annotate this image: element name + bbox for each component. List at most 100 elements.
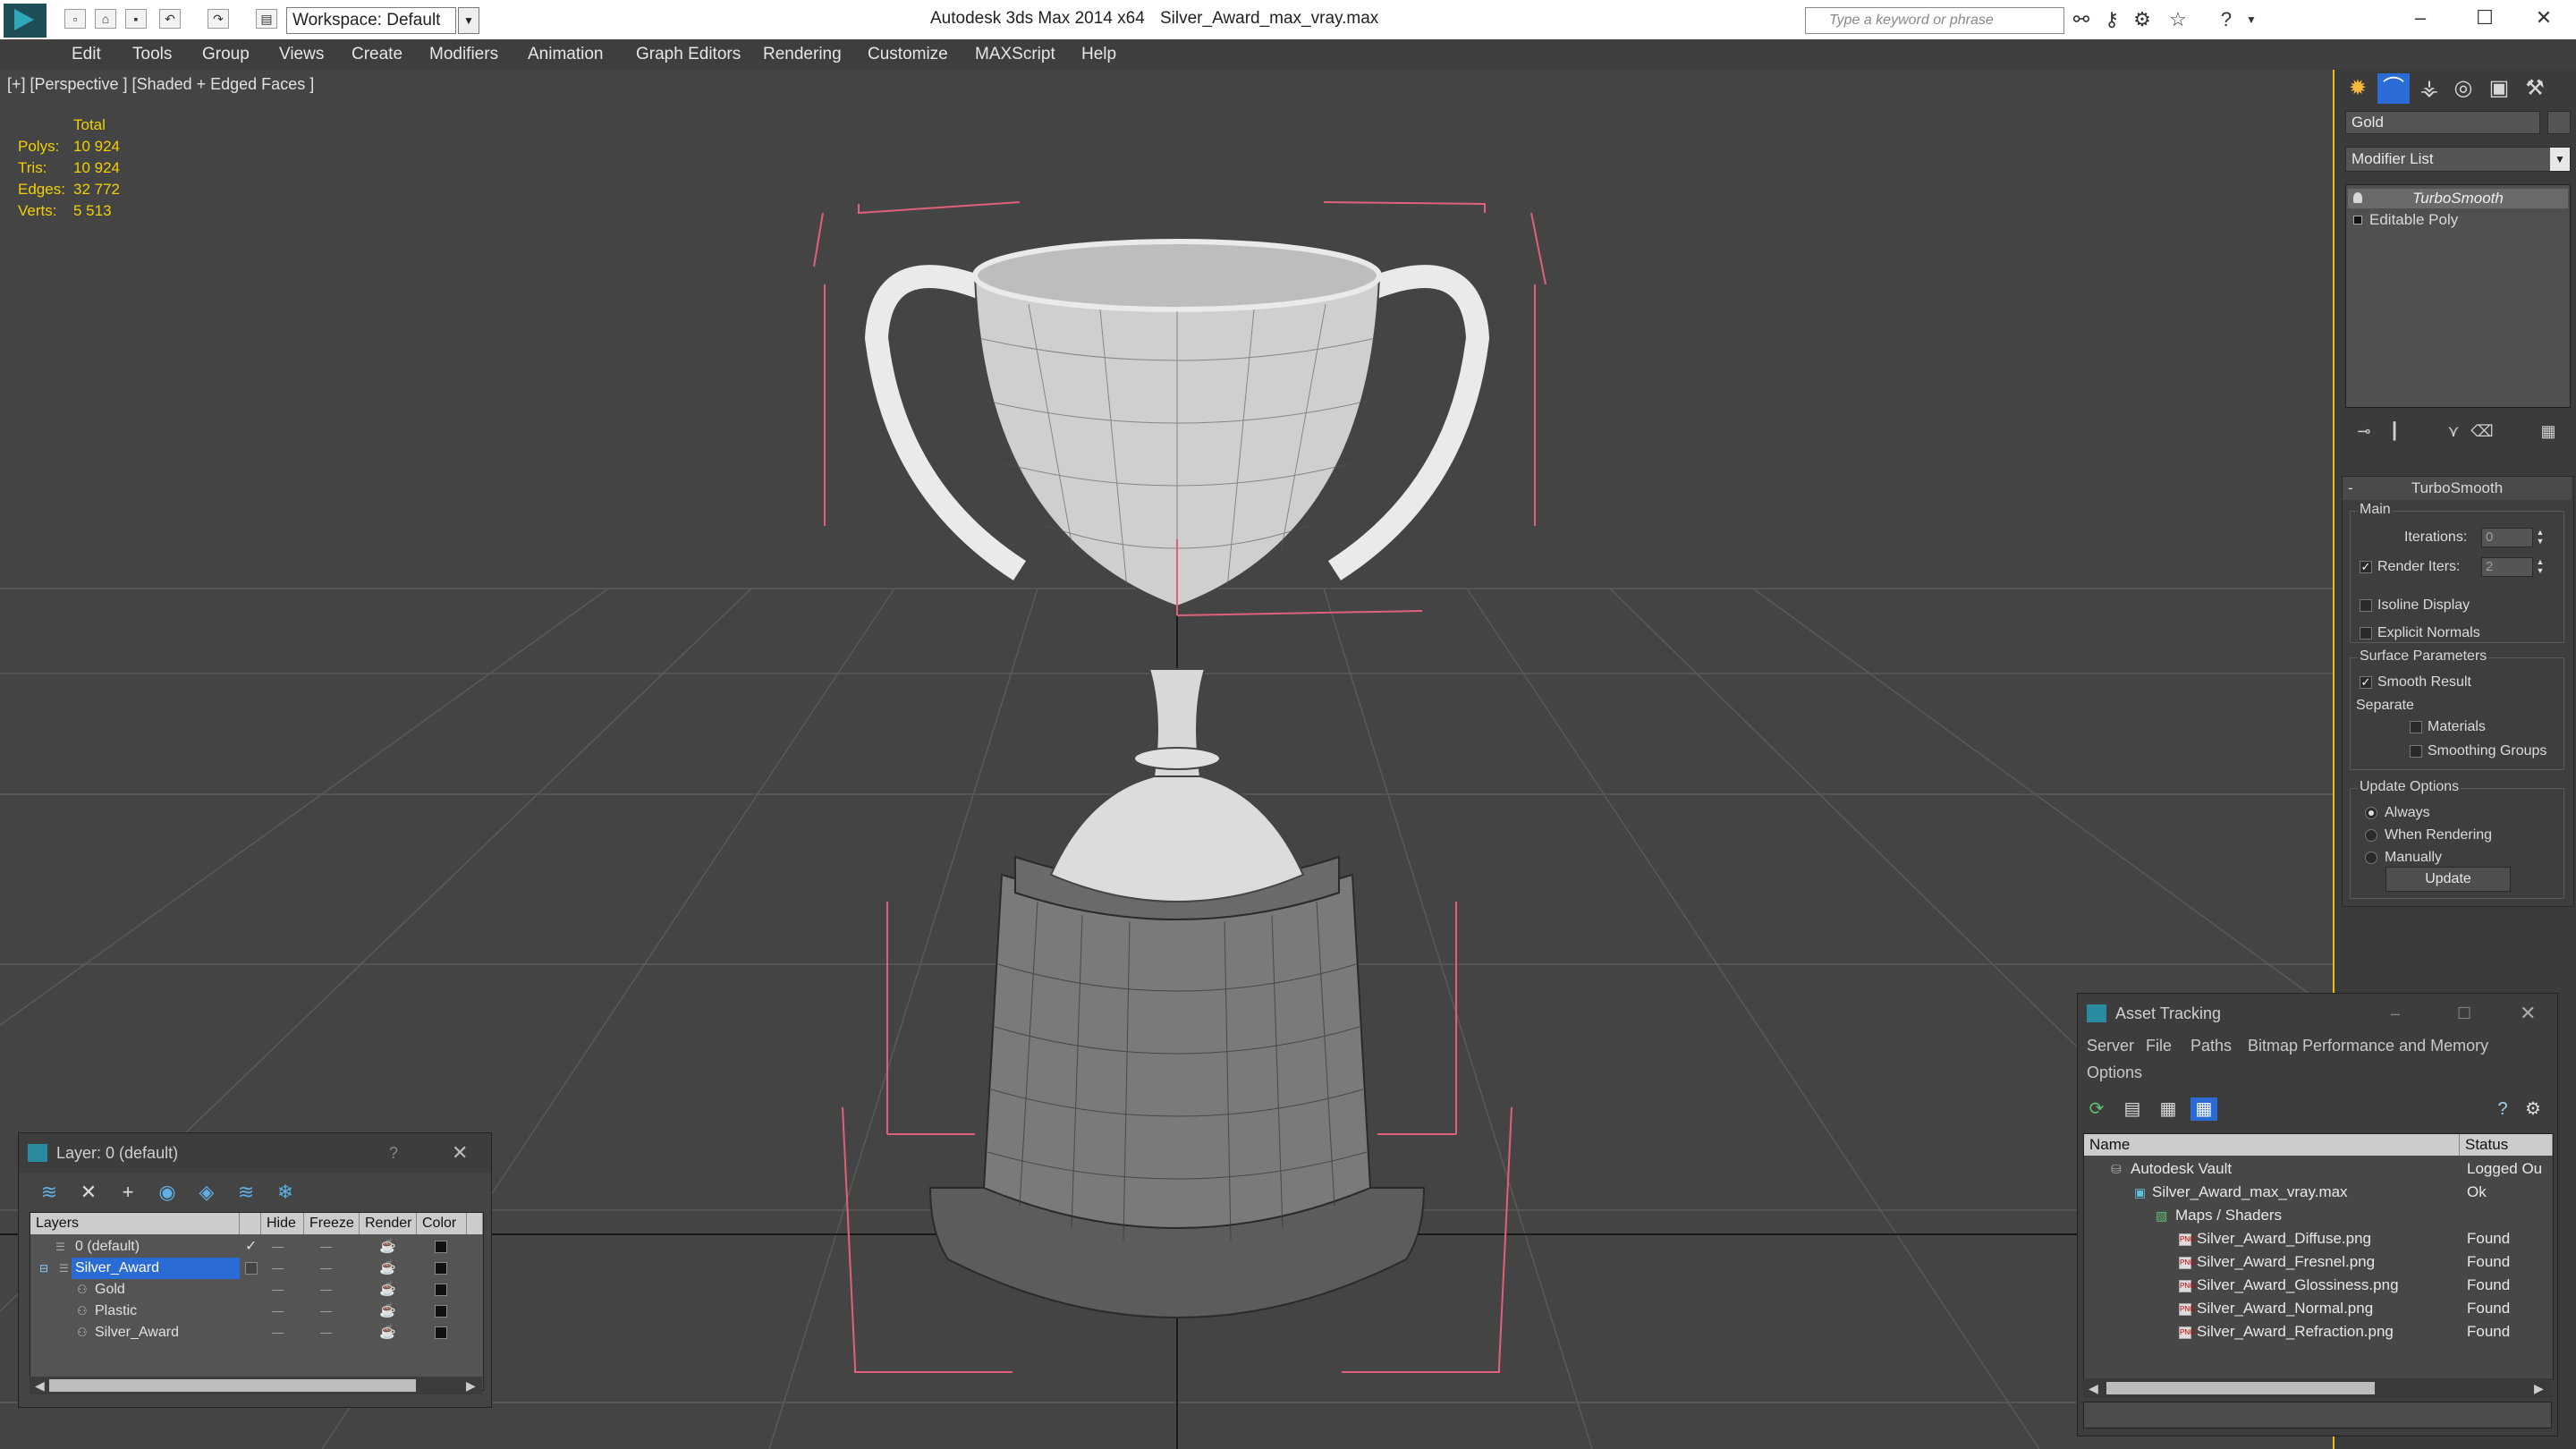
key-icon[interactable]: ⚷ (2098, 7, 2125, 32)
save-file-icon[interactable]: ▪ (125, 9, 147, 29)
show-end-result-icon[interactable]: ┃ (2381, 422, 2408, 444)
menu-modifiers[interactable]: Modifiers (429, 45, 498, 64)
display-tab-icon[interactable]: ▣ (2483, 73, 2515, 104)
menu-help[interactable]: Help (1081, 45, 1116, 64)
settings-icon[interactable]: ⚙ (2520, 1097, 2546, 1121)
when-rendering-radio[interactable] (2365, 829, 2377, 842)
render-iters-checkbox[interactable]: ✓ (2360, 561, 2372, 573)
asset-dialog-titlebar[interactable]: Asset Tracking – ☐ ✕ (2078, 994, 2557, 1033)
column-header-render[interactable]: Render (360, 1213, 417, 1234)
hide-all-icon[interactable]: ≋ (232, 1180, 260, 1205)
add-to-layer-icon[interactable]: + (114, 1180, 142, 1205)
teapot-icon[interactable]: ☕ (379, 1322, 396, 1343)
menu-server[interactable]: Server (2087, 1037, 2134, 1055)
object-name-field[interactable]: Gold (2345, 111, 2540, 134)
highlight-selected-icon[interactable]: ◈ (192, 1180, 221, 1205)
pin-stack-icon[interactable]: ⊸ (2351, 422, 2377, 444)
select-in-layer-icon[interactable]: ◉ (153, 1180, 182, 1205)
expand-minus-icon[interactable]: ⊟ (36, 1258, 52, 1279)
asset-path-field[interactable] (2083, 1402, 2552, 1428)
asset-row[interactable]: PNG Silver_Award_Glossiness.png Found (2084, 1274, 2553, 1297)
layer-row[interactable]: ⊟ ☰ Silver_Award ― ― ☕ (30, 1258, 483, 1279)
expand-box-icon[interactable] (2353, 216, 2362, 225)
subscription-icon[interactable]: ⚙ (2129, 7, 2156, 32)
scrollbar-thumb[interactable] (49, 1379, 416, 1392)
render-iters-spinner[interactable]: 2 (2481, 557, 2533, 577)
modifier-list-dropdown[interactable]: Modifier List ▼ (2345, 147, 2571, 172)
asset-row[interactable]: ▧ Maps / Shaders (2084, 1204, 2553, 1227)
close-icon[interactable]: ✕ (452, 1133, 468, 1173)
always-radio[interactable] (2365, 807, 2377, 819)
menu-file[interactable]: File (2146, 1037, 2172, 1055)
menu-options[interactable]: Options (2087, 1063, 2142, 1082)
asset-row[interactable]: PNG Silver_Award_Diffuse.png Found (2084, 1227, 2553, 1250)
spinner-arrows-icon[interactable]: ▲ ▼ (2535, 557, 2546, 577)
menu-paths[interactable]: Paths (2190, 1037, 2232, 1055)
layer-color-swatch[interactable] (435, 1241, 447, 1253)
scroll-right-icon[interactable]: ▶ (2534, 1379, 2544, 1397)
workspace-dropdown[interactable]: Workspace: Default (286, 7, 456, 34)
menu-animation[interactable]: Animation (528, 45, 604, 64)
utilities-tab-icon[interactable]: ⚒ (2519, 73, 2551, 104)
layer-row[interactable]: ⚇ Silver_Award ― ― ☕ (30, 1322, 483, 1343)
maximize-button[interactable]: ☐ (2453, 0, 2517, 36)
teapot-icon[interactable]: ☕ (379, 1301, 396, 1322)
isoline-display-checkbox[interactable] (2360, 599, 2372, 612)
horizontal-scrollbar[interactable]: ◀ ▶ (30, 1377, 482, 1394)
scroll-left-icon[interactable]: ◀ (35, 1377, 45, 1394)
open-file-icon[interactable]: ⌂ (95, 9, 116, 29)
light-bulb-icon[interactable] (2353, 192, 2362, 203)
minimize-button[interactable]: – (2388, 0, 2453, 36)
menu-bitmap-performance[interactable]: Bitmap Performance and Memory (2248, 1037, 2488, 1055)
menu-group[interactable]: Group (202, 45, 250, 64)
iterations-spinner[interactable]: 0 (2481, 528, 2533, 547)
asset-row[interactable]: PNG Silver_Award_Refraction.png Found (2084, 1320, 2553, 1343)
help-dropdown-icon[interactable]: ▼ (2238, 7, 2265, 32)
binoculars-icon[interactable]: ⚯ (2068, 7, 2095, 32)
smooth-result-checkbox[interactable]: ✓ (2360, 676, 2372, 689)
maximize-icon[interactable]: ☐ (2457, 994, 2471, 1033)
asset-row[interactable]: ⛁ Autodesk Vault Logged Ou (2084, 1157, 2553, 1181)
motion-tab-icon[interactable]: ◎ (2447, 73, 2479, 104)
layer-color-swatch[interactable] (435, 1284, 447, 1296)
remove-modifier-icon[interactable]: ⌫ (2469, 422, 2496, 444)
close-button[interactable]: ✕ (2512, 0, 2576, 36)
menu-graph-editors[interactable]: Graph Editors (636, 45, 741, 64)
menu-rendering[interactable]: Rendering (763, 45, 842, 64)
current-layer-box-icon[interactable] (245, 1262, 258, 1275)
app-logo-button[interactable] (4, 4, 47, 38)
stack-item-editable-poly[interactable]: Editable Poly (2348, 210, 2568, 230)
configure-sets-icon[interactable]: ▦ (2535, 422, 2562, 444)
rollout-header[interactable]: - TurboSmooth (2343, 477, 2572, 500)
menu-maxscript[interactable]: MAXScript (975, 45, 1055, 64)
search-input[interactable]: Type a keyword or phrase (1805, 7, 2064, 34)
teapot-icon[interactable]: ☕ (379, 1258, 396, 1279)
viewport-label[interactable]: [+] [Perspective ] [Shaded + Edged Faces… (7, 75, 314, 94)
column-header-status[interactable]: Status (2460, 1134, 2553, 1156)
spinner-arrows-icon[interactable]: ▲ ▼ (2535, 528, 2546, 547)
scroll-right-icon[interactable]: ▶ (466, 1377, 476, 1394)
delete-layer-icon[interactable]: ✕ (74, 1180, 103, 1205)
layer-row[interactable]: ☰ 0 (default) ✓ ― ― ☕ (30, 1236, 483, 1258)
modify-tab-icon[interactable]: ⌒ (2377, 73, 2410, 104)
teapot-icon[interactable]: ☕ (379, 1279, 396, 1301)
manually-radio[interactable] (2365, 852, 2377, 864)
smoothing-groups-checkbox[interactable] (2410, 745, 2422, 758)
column-header-hide[interactable]: Hide (261, 1213, 304, 1234)
asset-row[interactable]: ▣ Silver_Award_max_vray.max Ok (2084, 1181, 2553, 1204)
create-layer-icon[interactable]: ≋ (35, 1180, 64, 1205)
layer-color-swatch[interactable] (435, 1305, 447, 1318)
menu-customize[interactable]: Customize (868, 45, 948, 64)
update-button[interactable]: Update (2385, 867, 2511, 892)
column-header-freeze[interactable]: Freeze (304, 1213, 360, 1234)
help-icon[interactable]: ? (389, 1133, 398, 1173)
layer-row[interactable]: ⚇ Plastic ― ― ☕ (30, 1301, 483, 1322)
close-icon[interactable]: ✕ (2520, 994, 2536, 1033)
star-icon[interactable]: ☆ (2165, 7, 2191, 32)
teapot-icon[interactable]: ☕ (379, 1236, 396, 1258)
project-folder-icon[interactable]: ▤ (256, 9, 277, 29)
column-header-name[interactable]: Name (2084, 1134, 2460, 1156)
table-view-icon[interactable]: ▦ (2190, 1097, 2217, 1121)
scroll-left-icon[interactable]: ◀ (2089, 1379, 2098, 1397)
make-unique-icon[interactable]: ⋎ (2440, 422, 2467, 444)
